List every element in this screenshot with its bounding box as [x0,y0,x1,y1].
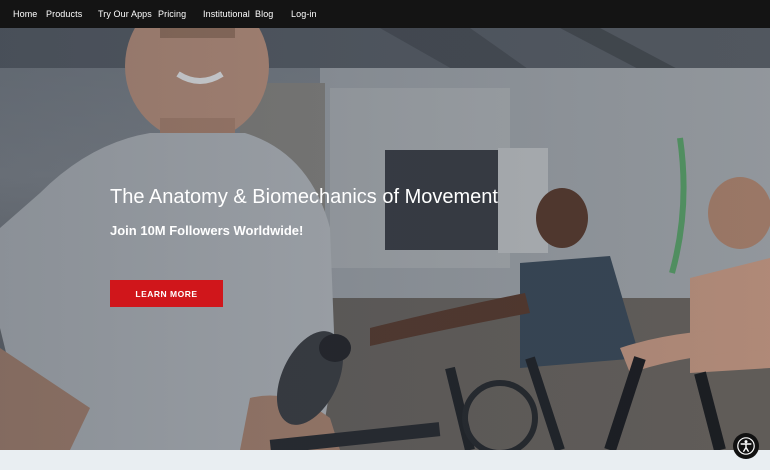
page-content-strip [0,450,770,470]
accessibility-button[interactable] [733,433,759,459]
hero-headline: The Anatomy & Biomechanics of Movement [110,186,498,208]
nav-link-institutional[interactable]: Institutional [203,0,250,28]
accessibility-icon [737,437,755,455]
top-navigation: Home Products Try Our Apps Pricing Insti… [0,0,770,28]
nav-link-products[interactable]: Products [46,0,82,28]
hero-overlay [0,28,770,450]
nav-link-blog[interactable]: Blog [255,0,273,28]
nav-link-login[interactable]: Log-in [291,0,317,28]
hero-subheadline: Join 10M Followers Worldwide! [110,223,304,238]
nav-link-pricing[interactable]: Pricing [158,0,186,28]
nav-link-home[interactable]: Home [13,0,37,28]
hero-banner: The Anatomy & Biomechanics of Movement J… [0,28,770,450]
nav-link-try-our-apps[interactable]: Try Our Apps [98,0,152,28]
learn-more-button[interactable]: LEARN MORE [110,280,223,307]
